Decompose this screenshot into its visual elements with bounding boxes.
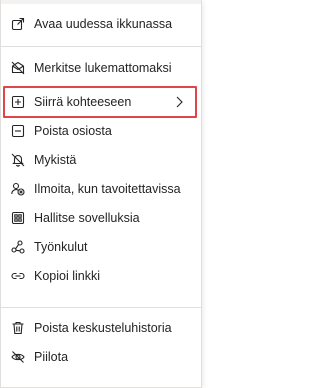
link-icon	[11, 269, 25, 283]
menu-item-label: Poista keskusteluhistoria	[34, 321, 172, 335]
hide-icon	[11, 350, 25, 364]
menu-divider	[1, 307, 201, 308]
menu-top-edge	[1, 0, 201, 4]
menu-item-open-in-new-window[interactable]: Avaa uudessa ikkunassa	[1, 12, 201, 36]
context-menu: Avaa uudessa ikkunassa Merkitse lukematt…	[0, 0, 202, 388]
open-in-new-window-icon	[11, 17, 25, 31]
menu-item-mute[interactable]: Mykistä	[1, 148, 201, 172]
menu-divider	[1, 46, 201, 47]
menu-item-copy-link[interactable]: Kopioi linkki	[1, 264, 201, 288]
menu-item-workflows[interactable]: Työnkulut	[1, 235, 201, 259]
move-to-icon	[11, 95, 25, 109]
menu-item-label: Merkitse lukemattomaksi	[34, 61, 172, 75]
menu-item-label: Mykistä	[34, 153, 77, 167]
menu-item-move-to[interactable]: Siirrä kohteeseen	[1, 90, 201, 114]
menu-item-label: Poista osiosta	[34, 124, 112, 138]
chevron-right-icon	[175, 96, 183, 108]
menu-item-notify-when-available[interactable]: Ilmoita, kun tavoitettavissa	[1, 177, 201, 201]
mark-unread-icon	[11, 61, 25, 75]
menu-item-label: Työnkulut	[34, 240, 88, 254]
menu-item-hide[interactable]: Piilota	[1, 345, 201, 369]
menu-item-manage-apps[interactable]: Hallitse sovelluksia	[1, 206, 201, 230]
manage-apps-icon	[11, 211, 25, 225]
remove-from-section-icon	[11, 124, 25, 138]
workflows-icon	[11, 240, 25, 254]
notify-when-available-icon	[11, 182, 25, 196]
menu-item-label: Siirrä kohteeseen	[34, 95, 132, 109]
menu-item-mark-unread[interactable]: Merkitse lukemattomaksi	[1, 56, 201, 80]
mute-bell-icon	[11, 153, 25, 167]
menu-item-label: Hallitse sovelluksia	[34, 211, 140, 225]
menu-item-delete-chat-history[interactable]: Poista keskusteluhistoria	[1, 316, 201, 340]
delete-history-icon	[11, 321, 25, 335]
menu-item-label: Ilmoita, kun tavoitettavissa	[34, 182, 181, 196]
menu-item-label: Avaa uudessa ikkunassa	[34, 17, 173, 31]
menu-item-label: Kopioi linkki	[34, 269, 101, 283]
menu-item-label: Piilota	[34, 350, 69, 364]
menu-item-remove-from-section[interactable]: Poista osiosta	[1, 119, 201, 143]
